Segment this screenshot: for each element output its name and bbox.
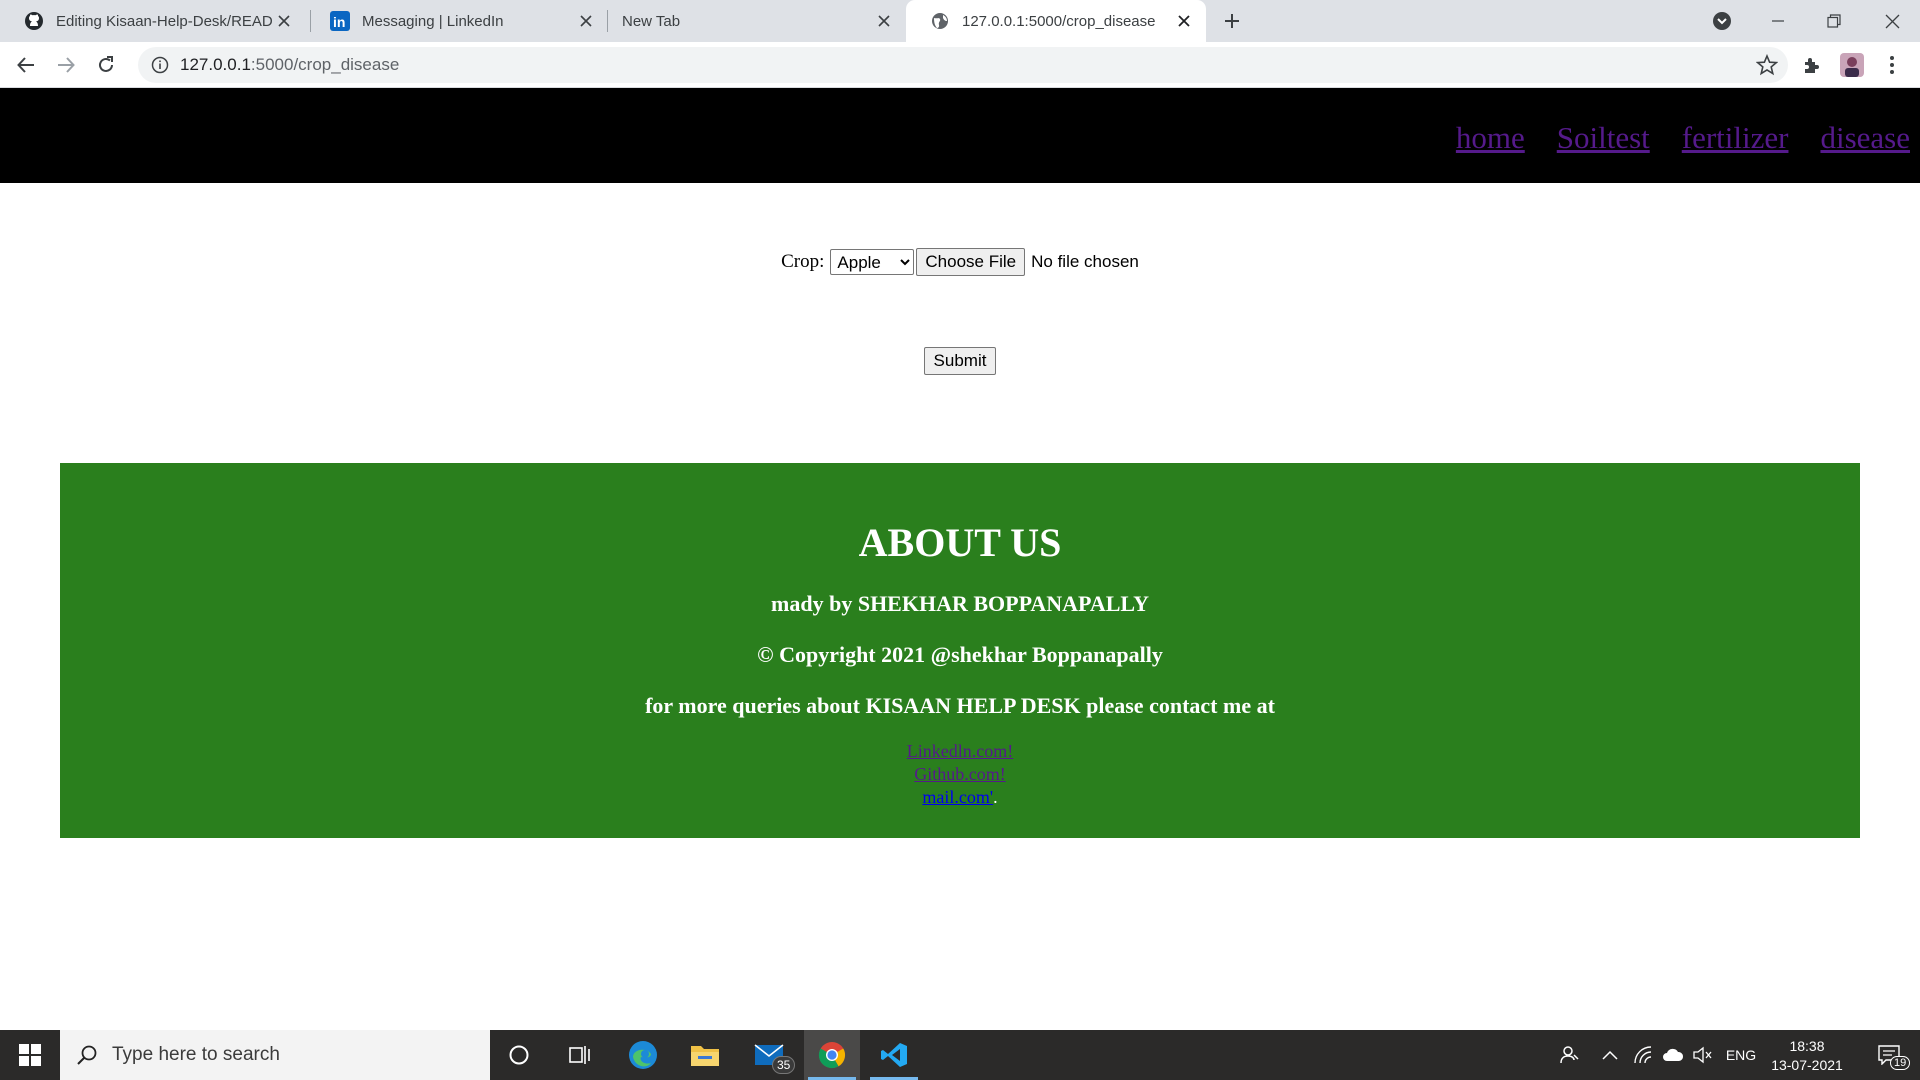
wifi-icon[interactable] bbox=[1628, 1030, 1658, 1080]
people-icon[interactable] bbox=[1552, 1030, 1588, 1080]
linkedin-link[interactable]: Linkedln.com! bbox=[907, 741, 1013, 761]
cortana-icon[interactable] bbox=[494, 1030, 544, 1080]
menu-kebab-icon[interactable] bbox=[1876, 49, 1908, 81]
web-page: home Soiltest fertilizer disease Crop: A… bbox=[0, 88, 1920, 1030]
crop-select[interactable]: Apple bbox=[830, 249, 915, 275]
reload-button[interactable] bbox=[90, 49, 122, 81]
browser-toolbar: 127.0.0.1:5000/crop_disease bbox=[0, 42, 1920, 88]
onedrive-icon[interactable] bbox=[1658, 1030, 1688, 1080]
globe-icon bbox=[930, 11, 950, 31]
made-by-text: mady by SHEKHAR BOPPANAPALLY bbox=[771, 591, 1149, 616]
task-view-icon[interactable] bbox=[556, 1030, 606, 1080]
nav-disease-link[interactable]: disease bbox=[1788, 120, 1910, 156]
mail-link[interactable]: mail.com' bbox=[922, 787, 993, 807]
close-tab-icon[interactable] bbox=[872, 9, 896, 33]
language-indicator[interactable]: ENG bbox=[1720, 1030, 1762, 1080]
contact-text: for more queries about KISAAN HELP DESK … bbox=[645, 693, 1275, 718]
taskbar-search-box[interactable]: Type here to search bbox=[60, 1030, 490, 1080]
navbar: home Soiltest fertilizer disease bbox=[0, 88, 1920, 183]
clock-time: 18:38 bbox=[1789, 1037, 1825, 1054]
tab-linkedin[interactable]: in Messaging | LinkedIn bbox=[306, 0, 608, 42]
forward-button[interactable] bbox=[50, 49, 82, 81]
mail-icon[interactable]: 35 bbox=[742, 1030, 798, 1080]
close-tab-icon[interactable] bbox=[272, 9, 296, 33]
svg-text:in: in bbox=[333, 14, 345, 30]
crop-disease-form: Crop: Apple Choose File No file chosen bbox=[0, 248, 1920, 276]
chevron-up-icon[interactable] bbox=[1594, 1030, 1626, 1080]
start-button[interactable] bbox=[0, 1030, 60, 1080]
clock-date: 13-07-2021 bbox=[1771, 1056, 1843, 1073]
bookmark-star-icon[interactable] bbox=[1756, 54, 1778, 76]
windows-logo-icon bbox=[19, 1044, 41, 1066]
address-bar[interactable]: 127.0.0.1:5000/crop_disease bbox=[138, 47, 1788, 83]
tab-github[interactable]: Editing Kisaan-Help-Desk/READM bbox=[0, 0, 306, 42]
tab-search-button[interactable] bbox=[1694, 0, 1750, 42]
back-button[interactable] bbox=[10, 49, 42, 81]
crop-label: Crop: bbox=[781, 251, 825, 272]
tab-title: Editing Kisaan-Help-Desk/READM bbox=[56, 12, 272, 30]
tab-crop-disease[interactable]: 127.0.0.1:5000/crop_disease bbox=[906, 0, 1206, 42]
trailing-dot: . bbox=[993, 787, 998, 807]
file-input[interactable]: Choose File No file chosen bbox=[916, 248, 1139, 276]
notifications-icon[interactable]: 19 bbox=[1866, 1030, 1912, 1080]
nav-home-link[interactable]: home bbox=[1424, 120, 1525, 156]
nav-soiltest-link[interactable]: Soiltest bbox=[1525, 120, 1650, 156]
vscode-icon[interactable] bbox=[866, 1030, 922, 1080]
clock[interactable]: 18:38 13-07-2021 bbox=[1764, 1030, 1850, 1080]
close-tab-icon[interactable] bbox=[1172, 9, 1196, 33]
search-placeholder: Type here to search bbox=[112, 1044, 280, 1065]
submit-row: Submit bbox=[0, 347, 1920, 375]
file-explorer-icon[interactable] bbox=[680, 1030, 730, 1080]
close-tab-icon[interactable] bbox=[574, 9, 598, 33]
linkedin-icon: in bbox=[330, 11, 350, 31]
windows-taskbar: Type here to search 35 ENG 18:38 13-07-2… bbox=[0, 1030, 1920, 1080]
about-us-footer: ABOUT US mady by SHEKHAR BOPPANAPALLY © … bbox=[60, 463, 1860, 838]
tab-title: 127.0.0.1:5000/crop_disease bbox=[962, 12, 1156, 30]
restore-button[interactable] bbox=[1806, 0, 1862, 42]
copyright-text: © Copyright 2021 @shekhar Boppanapally bbox=[757, 642, 1163, 667]
about-us-heading: ABOUT US bbox=[858, 520, 1062, 565]
tab-title: New Tab bbox=[622, 12, 681, 30]
footer-links: Linkedln.com! Github.com! mail.com'. bbox=[60, 740, 1860, 809]
choose-file-button[interactable]: Choose File bbox=[916, 248, 1026, 276]
url-host: 127.0.0.1 bbox=[180, 55, 251, 74]
search-icon bbox=[77, 1045, 97, 1065]
submit-button[interactable]: Submit bbox=[923, 347, 997, 375]
mail-badge: 35 bbox=[772, 1056, 796, 1074]
tab-title: Messaging | LinkedIn bbox=[362, 12, 504, 30]
minimize-button[interactable] bbox=[1750, 0, 1806, 42]
volume-muted-icon[interactable] bbox=[1688, 1030, 1718, 1080]
profile-avatar[interactable] bbox=[1836, 49, 1868, 81]
site-info-icon[interactable] bbox=[150, 55, 170, 75]
github-link[interactable]: Github.com! bbox=[914, 764, 1006, 784]
notification-badge: 19 bbox=[1890, 1056, 1911, 1070]
close-window-button[interactable] bbox=[1864, 0, 1920, 42]
url-path: :5000/crop_disease bbox=[250, 55, 400, 74]
url-text: 127.0.0.1:5000/crop_disease bbox=[180, 55, 399, 75]
nav-fertilizer-link[interactable]: fertilizer bbox=[1650, 120, 1789, 156]
chrome-icon[interactable] bbox=[804, 1030, 860, 1080]
github-icon bbox=[24, 11, 44, 31]
extensions-icon[interactable] bbox=[1796, 49, 1828, 81]
new-tab-button[interactable] bbox=[1218, 7, 1246, 35]
nav-links: home Soiltest fertilizer disease bbox=[1424, 120, 1910, 156]
tab-strip: Editing Kisaan-Help-Desk/READM in Messag… bbox=[0, 0, 1920, 42]
edge-icon[interactable] bbox=[618, 1030, 668, 1080]
file-status-text: No file chosen bbox=[1031, 252, 1139, 271]
tab-new-tab[interactable]: New Tab bbox=[608, 0, 906, 42]
